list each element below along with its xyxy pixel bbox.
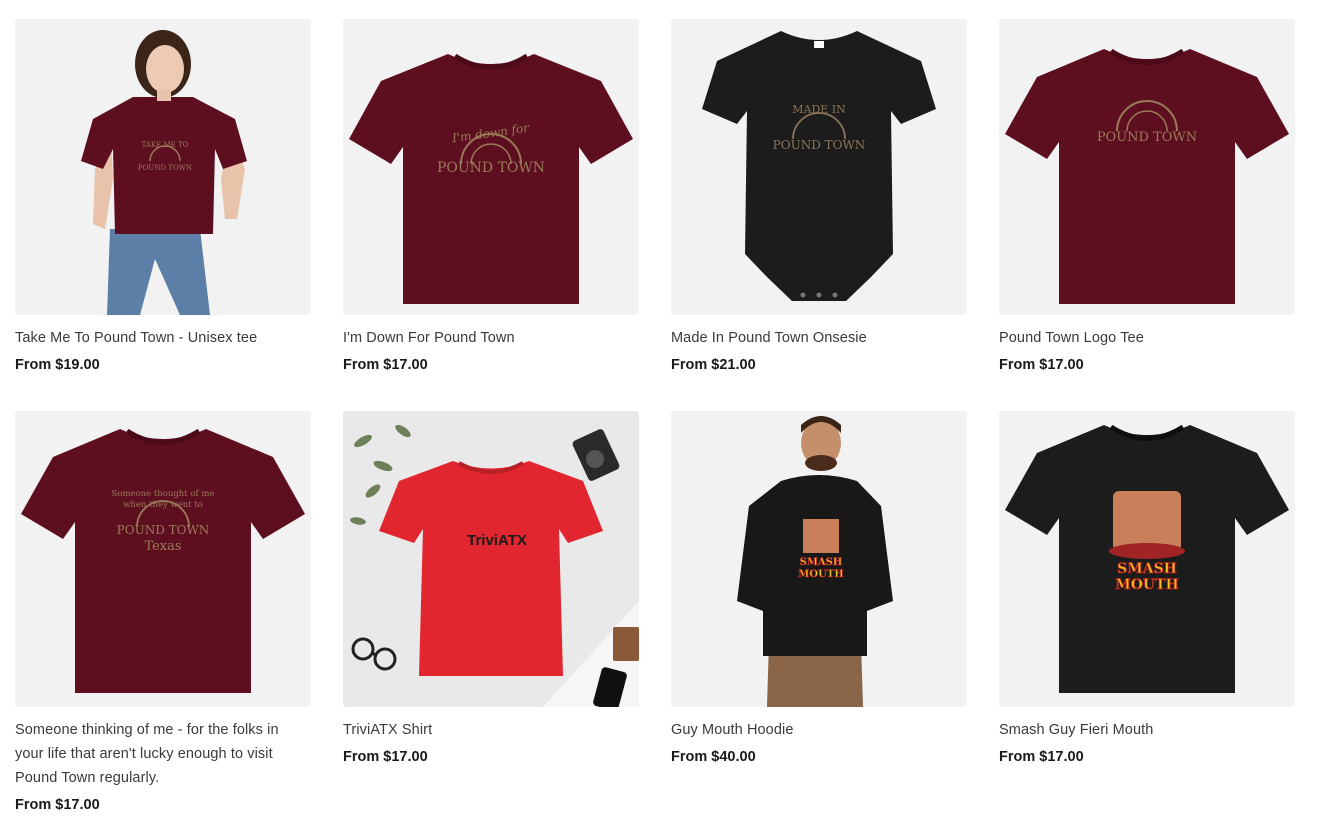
product-price: From $21.00 bbox=[671, 357, 756, 373]
print-line: SMASH bbox=[800, 557, 843, 568]
product-card[interactable]: SMASH MOUTH Smash Guy Fieri Mouth From $… bbox=[999, 411, 1295, 765]
tee-illustration: Someone thought of me when they went to … bbox=[21, 428, 305, 693]
product-card[interactable]: Someone thought of me when they went to … bbox=[15, 411, 311, 813]
print-line: SMASH bbox=[1117, 561, 1177, 577]
print-line: POUND TOWN bbox=[437, 160, 545, 176]
product-price: From $17.00 bbox=[999, 749, 1084, 765]
tee-illustration: SMASH MOUTH bbox=[1005, 424, 1289, 693]
model-tee-illustration: TAKE ME TO POUND TOWN bbox=[81, 30, 247, 315]
tee-illustration: I'm down for POUND TOWN bbox=[349, 53, 633, 304]
product-image[interactable]: I'm down for POUND TOWN bbox=[343, 19, 639, 315]
product-title[interactable]: Take Me To Pound Town - Unisex tee bbox=[15, 326, 311, 350]
product-card[interactable]: TriviATX TriviATX Shirt From $17.00 bbox=[343, 411, 639, 765]
product-card[interactable]: MADE IN POUND TOWN Made In Pound Town On… bbox=[671, 19, 967, 373]
print-line: MOUTH bbox=[1115, 577, 1179, 593]
product-price: From $19.00 bbox=[15, 357, 100, 373]
product-title[interactable]: I'm Down For Pound Town bbox=[343, 326, 639, 350]
product-image[interactable]: TriviATX bbox=[343, 411, 639, 707]
product-price: From $17.00 bbox=[15, 797, 100, 813]
product-card[interactable]: POUND TOWN Pound Town Logo Tee From $17.… bbox=[999, 19, 1295, 373]
product-card[interactable]: I'm down for POUND TOWN I'm Down For Pou… bbox=[343, 19, 639, 373]
print-line: POUND TOWN bbox=[773, 138, 866, 152]
print-line: MOUTH bbox=[798, 569, 843, 580]
product-price: From $17.00 bbox=[343, 749, 428, 765]
model-hoodie-illustration: SMASH MOUTH bbox=[737, 416, 893, 707]
product-card[interactable]: TAKE ME TO POUND TOWN Take Me To Pound T… bbox=[15, 19, 311, 373]
print-line: POUND TOWN bbox=[138, 164, 192, 172]
product-image[interactable]: POUND TOWN bbox=[999, 19, 1295, 315]
print-line: POUND TOWN bbox=[1097, 130, 1197, 145]
print-line: Someone thought of me bbox=[112, 489, 215, 499]
product-title[interactable]: Pound Town Logo Tee bbox=[999, 326, 1295, 350]
product-card[interactable]: SMASH MOUTH Guy Mouth Hoodie From $40.00 bbox=[671, 411, 967, 765]
print-line: POUND TOWN bbox=[117, 523, 210, 537]
onesie-illustration: MADE IN POUND TOWN bbox=[702, 31, 936, 301]
tee-illustration: POUND TOWN bbox=[1005, 48, 1289, 304]
product-title[interactable]: Someone thinking of me - for the folks i… bbox=[15, 718, 311, 790]
print-line: Texas bbox=[144, 539, 181, 554]
product-image[interactable]: TAKE ME TO POUND TOWN bbox=[15, 19, 311, 315]
product-title[interactable]: Made In Pound Town Onsesie bbox=[671, 326, 967, 350]
product-title[interactable]: Guy Mouth Hoodie bbox=[671, 718, 967, 742]
product-image[interactable]: SMASH MOUTH bbox=[671, 411, 967, 707]
flatlay-tee-illustration: TriviATX bbox=[343, 411, 639, 707]
product-image[interactable]: MADE IN POUND TOWN bbox=[671, 19, 967, 315]
product-price: From $17.00 bbox=[343, 357, 428, 373]
product-price: From $17.00 bbox=[999, 357, 1084, 373]
product-image[interactable]: Someone thought of me when they went to … bbox=[15, 411, 311, 707]
product-image[interactable]: SMASH MOUTH bbox=[999, 411, 1295, 707]
product-title[interactable]: Smash Guy Fieri Mouth bbox=[999, 718, 1295, 742]
print-line: MADE IN bbox=[792, 103, 846, 116]
product-price: From $40.00 bbox=[671, 749, 756, 765]
print-line: TAKE ME TO bbox=[142, 141, 189, 149]
print-line: TriviATX bbox=[467, 532, 527, 549]
product-grid: TAKE ME TO POUND TOWN Take Me To Pound T… bbox=[0, 0, 1318, 818]
product-title[interactable]: TriviATX Shirt bbox=[343, 718, 639, 742]
